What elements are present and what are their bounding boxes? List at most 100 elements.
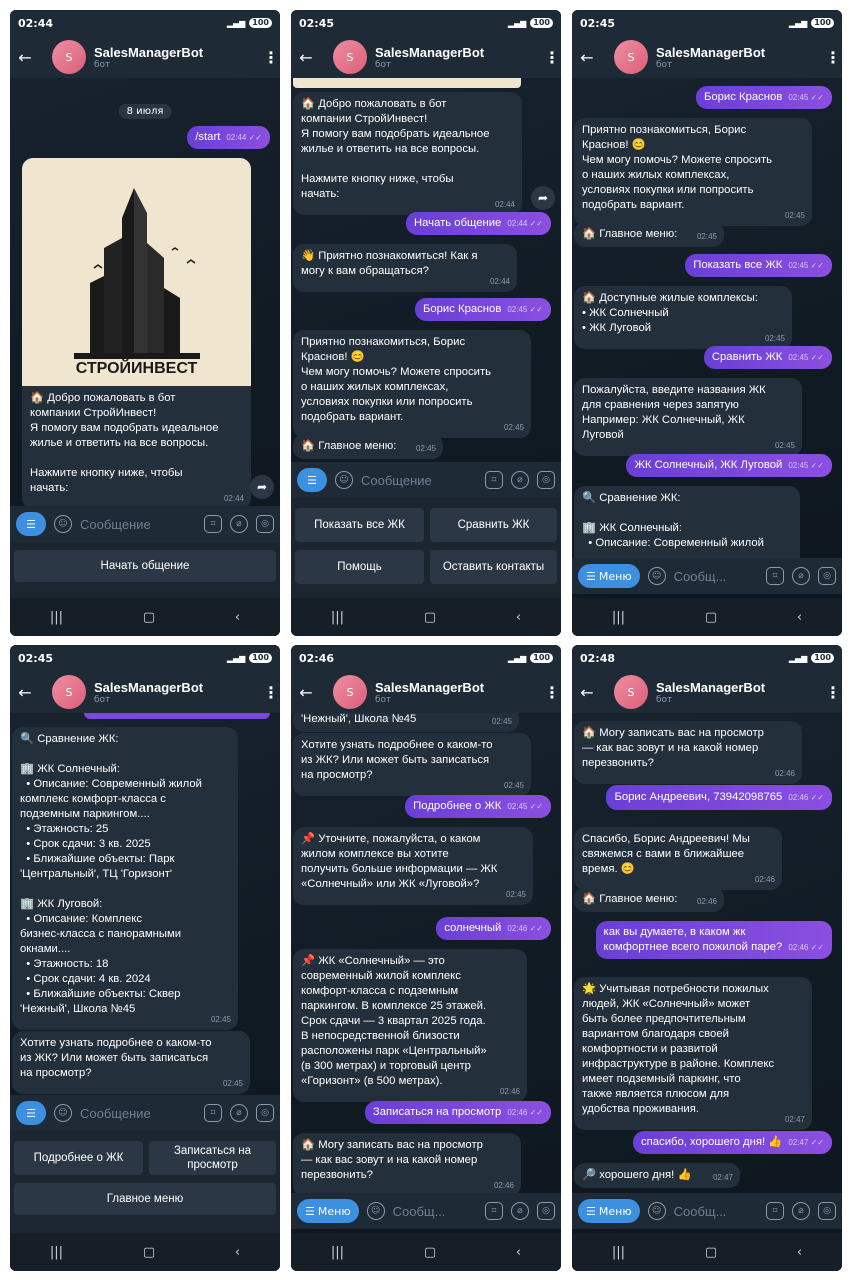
message-out[interactable]: Записаться на просмотр 02:46 ✓✓ [364, 1101, 551, 1124]
keyboard-button-book-viewing[interactable]: Записаться на просмотр [149, 1141, 276, 1175]
camera-icon[interactable]: ◎ [256, 515, 274, 533]
menu-button[interactable]: ☰ [297, 468, 327, 492]
message-in[interactable]: Спасибо, Борис Андреевич! Мы свяжемся с … [574, 827, 782, 890]
more-options-icon[interactable]: ⋮ [543, 48, 561, 67]
home-icon[interactable]: ▢ [705, 1245, 717, 1260]
message-in[interactable]: 🌟 Учитывая потребности пожилых людей, ЖК… [574, 977, 812, 1130]
message-out[interactable]: спасибо, хорошего дня! 👍 02:47 ✓✓ [633, 1131, 832, 1154]
keyboard-button-show-all[interactable]: Показать все ЖК [295, 508, 424, 542]
menu-button[interactable]: ☰ Меню [578, 564, 640, 588]
keyboard-icon[interactable]: ⌗ [766, 1202, 784, 1220]
message-input[interactable]: Сообщ... [674, 1204, 758, 1219]
message-in[interactable]: 🏠 Могу записать вас на просмотр — как ва… [293, 1133, 521, 1193]
sticker-icon[interactable]: ☺ [647, 1202, 666, 1220]
message-out[interactable]: Подробнее о ЖК 02:45 ✓✓ [405, 795, 551, 818]
camera-icon[interactable]: ◎ [818, 1202, 836, 1220]
menu-button[interactable]: ☰ Меню [578, 1199, 640, 1223]
menu-button[interactable]: ☰ [16, 1101, 46, 1125]
chat-title-block[interactable]: SalesManagerBot бот [375, 45, 543, 70]
message-in[interactable]: Хотите узнать подробнее о каком-то из ЖК… [293, 733, 531, 796]
message-in[interactable]: 📌 ЖК «Солнечный» — это современный жилой… [293, 949, 527, 1102]
back-nav-icon[interactable]: ‹ [797, 610, 802, 625]
keyboard-icon[interactable]: ⌗ [204, 1104, 222, 1122]
message-in[interactable]: 🔍 Сравнение ЖК: 🏢 ЖК Солнечный: • Описан… [574, 486, 800, 558]
message-input[interactable]: Сообщ... [674, 569, 758, 584]
back-arrow-icon[interactable]: ← [574, 683, 600, 702]
keyboard-button-compare[interactable]: Сравнить ЖК [430, 508, 557, 542]
back-nav-icon[interactable]: ‹ [516, 1245, 521, 1260]
more-options-icon[interactable]: ⋮ [262, 48, 280, 67]
message-input[interactable]: Сообщение [80, 517, 196, 532]
avatar[interactable]: S [614, 40, 648, 74]
chat-title-block[interactable]: SalesManagerBot бот [94, 680, 262, 705]
message-out[interactable]: ЖК Солнечный, ЖК Луговой 02:45 ✓✓ [626, 454, 832, 477]
home-icon[interactable]: ▢ [143, 610, 155, 625]
attach-icon[interactable]: ⌀ [511, 1202, 529, 1220]
chat-title-block[interactable]: SalesManagerBot бот [656, 680, 824, 705]
sticker-icon[interactable]: ☺ [366, 1202, 385, 1220]
message-out[interactable]: Начать общение 02:44 ✓✓ [405, 212, 551, 235]
message-out[interactable]: как вы думаете, в каком жк комфортнее вс… [595, 921, 832, 959]
chat-title-block[interactable]: SalesManagerBot бот [656, 45, 824, 70]
back-arrow-icon[interactable]: ← [574, 48, 600, 67]
forward-icon[interactable]: ➦ [531, 186, 555, 210]
home-icon[interactable]: ▢ [143, 1245, 155, 1260]
home-icon[interactable]: ▢ [705, 610, 717, 625]
keyboard-button-details[interactable]: Подробнее о ЖК [14, 1141, 143, 1175]
message-in[interactable]: Приятно познакомиться, Борис Краснов! 😊 … [293, 330, 531, 438]
message-in[interactable]: 📌 Уточните, пожалуйста, о каком жилом ко… [293, 827, 533, 905]
back-nav-icon[interactable]: ‹ [797, 1245, 802, 1260]
chat-title-block[interactable]: SalesManagerBot бот [94, 45, 262, 70]
avatar[interactable]: S [52, 40, 86, 74]
company-logo-image[interactable]: СТРОЙИНВЕСТ [22, 158, 251, 386]
message-out[interactable]: Показать все ЖК 02:45 ✓✓ [685, 254, 832, 277]
attach-icon[interactable]: ⌀ [230, 515, 248, 533]
forward-icon[interactable]: ➦ [250, 475, 274, 499]
camera-icon[interactable]: ◎ [537, 1202, 555, 1220]
message-in[interactable]: Хотите узнать подробнее о каком-то из ЖК… [12, 1031, 250, 1094]
message-input[interactable]: Сообщение [80, 1106, 196, 1121]
home-icon[interactable]: ▢ [424, 610, 436, 625]
sticker-icon[interactable]: ☺ [647, 567, 666, 585]
message-in[interactable]: 🏠 Главное меню: 02:45 [293, 434, 443, 459]
keyboard-icon[interactable]: ⌗ [485, 471, 503, 489]
more-options-icon[interactable]: ⋮ [262, 683, 280, 702]
message-in[interactable]: 🔍 Сравнение ЖК: 🏢 ЖК Солнечный: • Описан… [12, 727, 238, 1030]
back-arrow-icon[interactable]: ← [293, 48, 319, 67]
sticker-icon[interactable]: ☺ [54, 515, 72, 533]
camera-icon[interactable]: ◎ [818, 567, 836, 585]
recent-apps-icon[interactable]: ||| [50, 1245, 63, 1260]
more-options-icon[interactable]: ⋮ [543, 683, 561, 702]
message-in[interactable]: 👋 Приятно познакомиться! Как я могу к ва… [293, 244, 517, 292]
message-in[interactable]: 🔎 хорошего дня! 👍 02:47 [574, 1163, 740, 1188]
message-in[interactable]: 🏠 Главное меню: 02:46 [574, 887, 724, 912]
keyboard-icon[interactable]: ⌗ [204, 515, 222, 533]
message-out[interactable]: Борис Краснов 02:45 ✓✓ [695, 86, 832, 109]
back-arrow-icon[interactable]: ← [12, 48, 38, 67]
message-input[interactable]: Сообщ... [393, 1204, 477, 1219]
back-arrow-icon[interactable]: ← [12, 683, 38, 702]
recent-apps-icon[interactable]: ||| [612, 1245, 625, 1260]
message-in[interactable]: 🏠 Могу записать вас на просмотр — как ва… [574, 721, 802, 784]
message-out[interactable]: /start 02:44 ✓✓ [187, 126, 270, 149]
message-in[interactable]: 'Нежный', Школа №45 02:45 [293, 713, 519, 732]
message-in[interactable]: 🏠 Добро пожаловать в бот компании СтройИ… [22, 386, 251, 506]
back-nav-icon[interactable]: ‹ [235, 1245, 240, 1260]
recent-apps-icon[interactable]: ||| [612, 610, 625, 625]
back-nav-icon[interactable]: ‹ [235, 610, 240, 625]
message-in[interactable]: 🏠 Главное меню: 02:45 [574, 222, 724, 247]
message-in[interactable]: 🏠 Доступные жилые комплексы: • ЖК Солнеч… [574, 286, 792, 349]
attach-icon[interactable]: ⌀ [792, 567, 810, 585]
recent-apps-icon[interactable]: ||| [50, 610, 63, 625]
avatar[interactable]: S [333, 675, 367, 709]
sticker-icon[interactable]: ☺ [54, 1104, 72, 1122]
camera-icon[interactable]: ◎ [537, 471, 555, 489]
message-in[interactable]: 🏠 Добро пожаловать в бот компании СтройИ… [293, 92, 522, 215]
camera-icon[interactable]: ◎ [256, 1104, 274, 1122]
home-icon[interactable]: ▢ [424, 1245, 436, 1260]
menu-button[interactable]: ☰ [16, 512, 46, 536]
message-out[interactable]: Борис Андреевич, 73942098765 02:46 ✓✓ [606, 785, 832, 810]
attach-icon[interactable]: ⌀ [511, 471, 529, 489]
message-input[interactable]: Сообщение [361, 473, 477, 488]
message-in[interactable]: Приятно познакомиться, Борис Краснов! 😊 … [574, 118, 812, 226]
